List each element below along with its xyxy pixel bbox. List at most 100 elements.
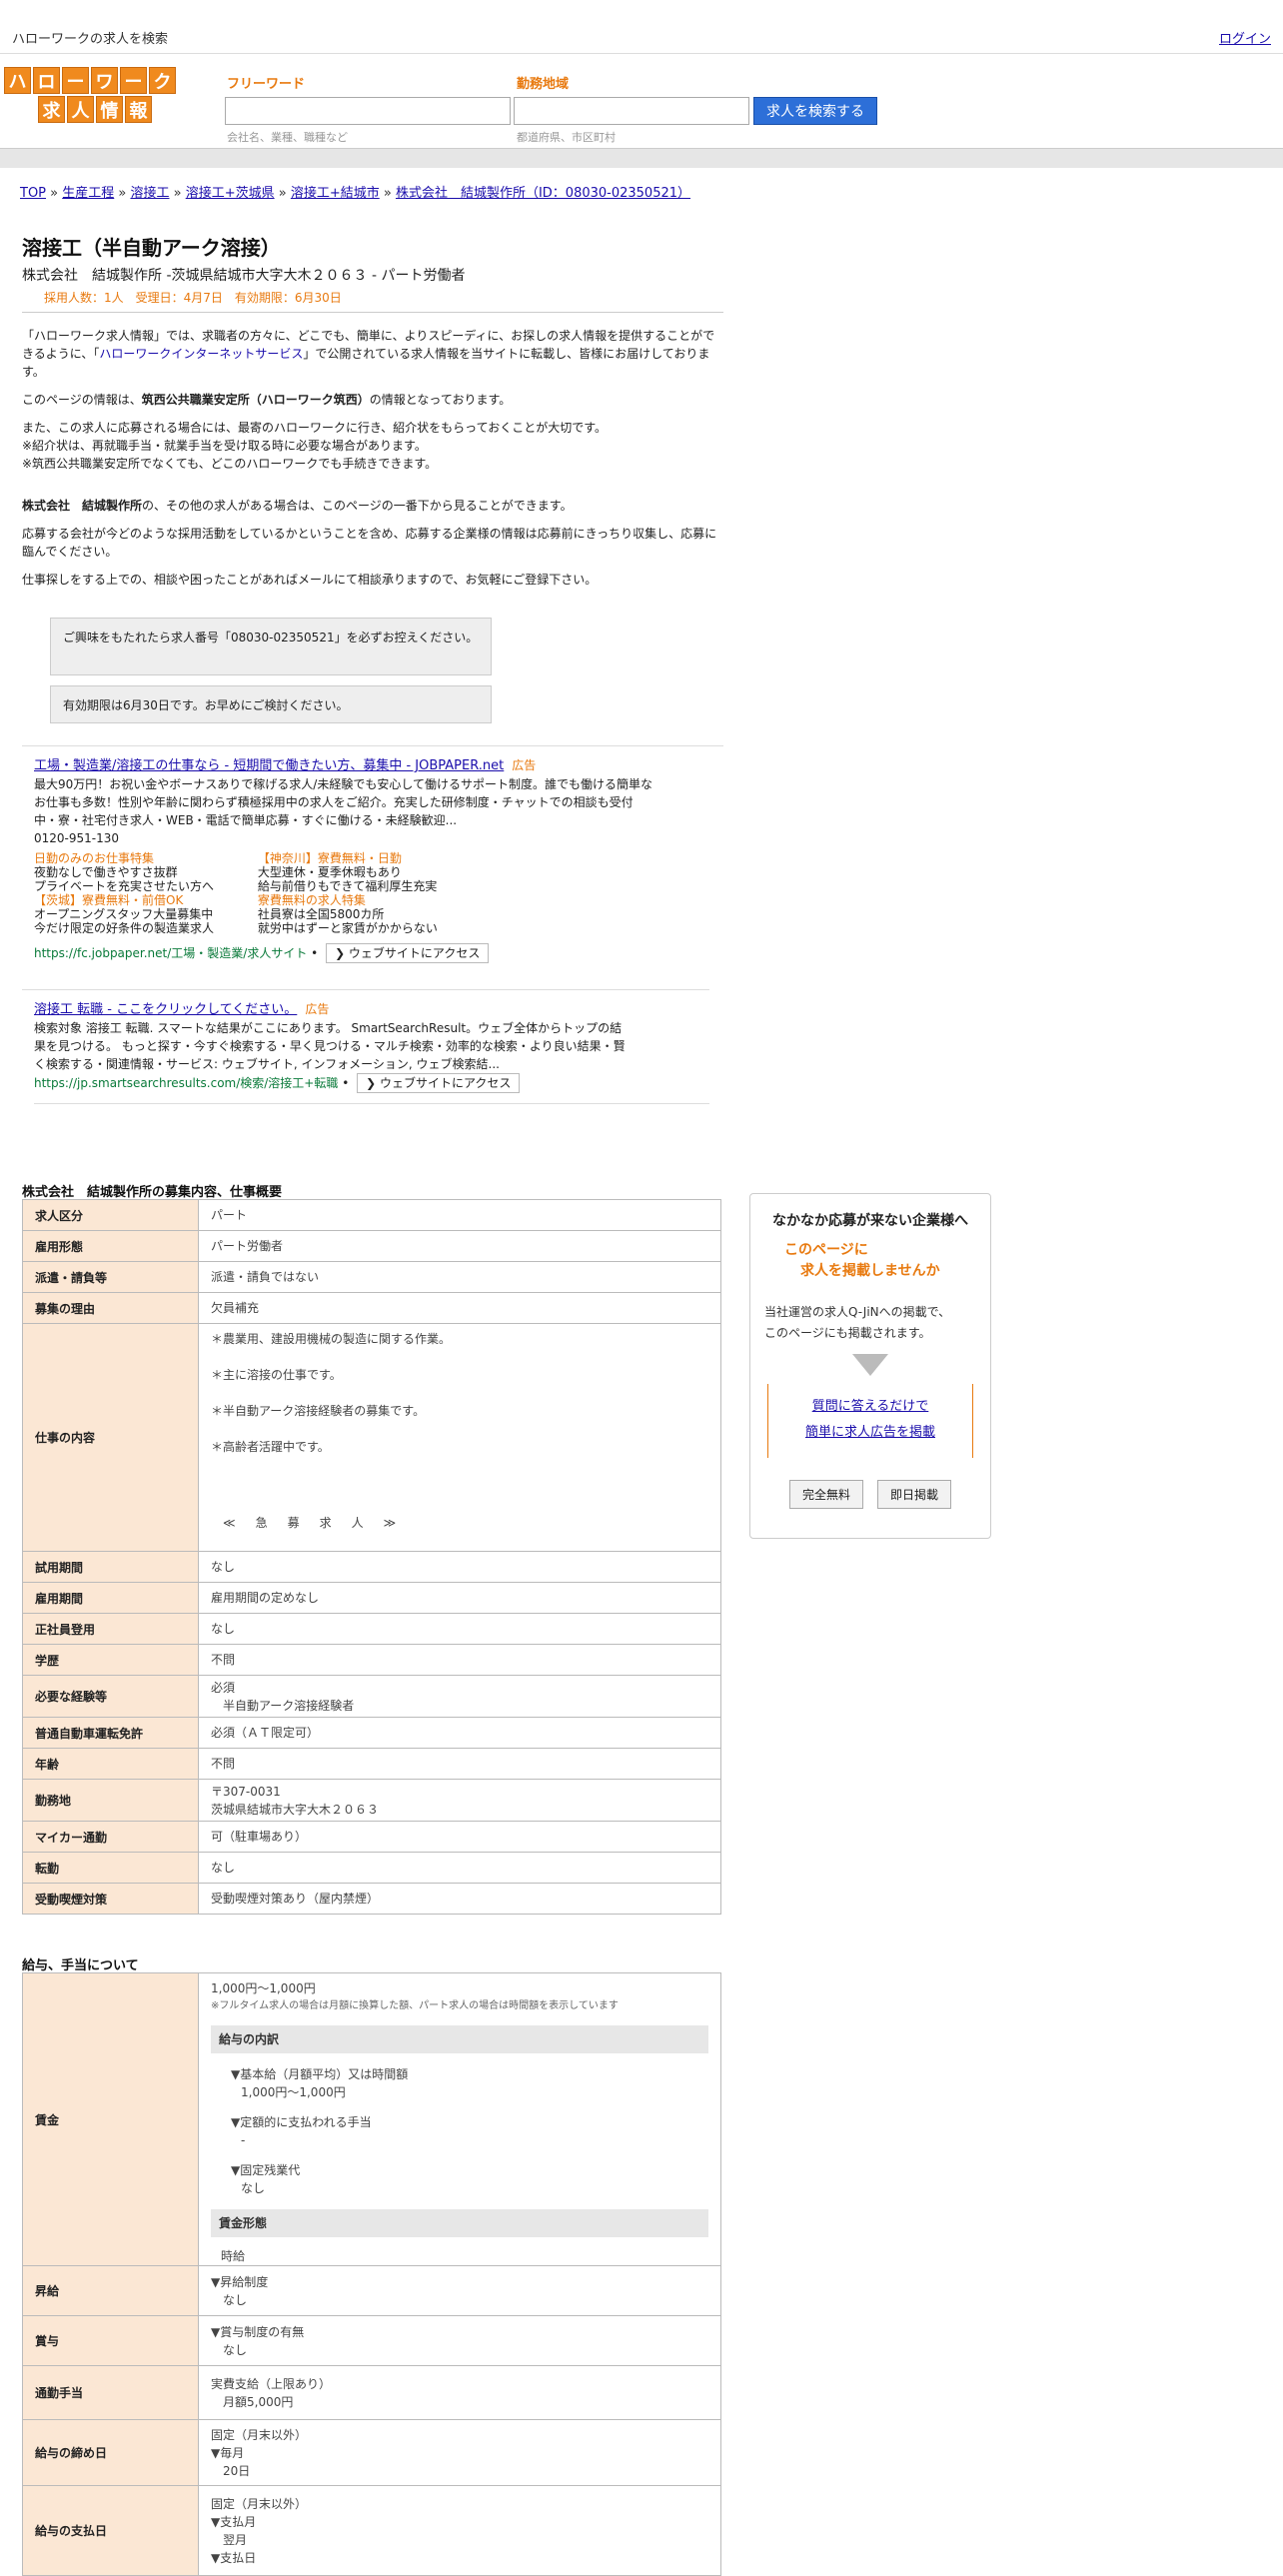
row-value: ▼賞与制度の有無 なし: [198, 2315, 721, 2366]
row-value: 不問: [198, 1748, 721, 1780]
ad-sitelink-title: 日勤のみのお仕事特集: [34, 851, 155, 865]
ad-sitelink[interactable]: 【神奈川】寮費無料・日勤 大型連休・夏季休暇もあり 給与前借りもできて福利厚生充実: [258, 851, 478, 893]
ad-sitelink-line: プライベートを充実させたい方へ: [34, 879, 215, 893]
row-value: 〒307-0031 茨城県結城市大字大木２０６３: [198, 1779, 721, 1822]
breadcrumb-link[interactable]: 生産工程: [62, 186, 114, 201]
row-label: 雇用形態: [22, 1230, 199, 1262]
row-value-line: 実費支給（上限あり）: [211, 2376, 332, 2391]
ad-sitelink[interactable]: 日勤のみのお仕事特集 夜勤なしで働きやすさ抜群 プライベートを充実させたい方へ: [34, 851, 254, 893]
breadcrumb-link[interactable]: 溶接工+結城市: [291, 186, 380, 201]
freeword-label: フリーワード: [227, 77, 306, 92]
ad-url[interactable]: https://jp.smartsearchresults.com/検索/溶接工…: [34, 1076, 338, 1090]
breadcrumb-link[interactable]: 株式会社 結城製作所（ID：08030-02350521）: [396, 186, 690, 201]
wage-line: ※フルタイム求人の場合は月額に換算した額、パート求人の場合は時間額を表示していま…: [211, 2000, 619, 2011]
ad-sitelink-line: オープニングスタッフ大量募集中: [34, 907, 214, 921]
row-label: 給与の締め日: [22, 2419, 199, 2486]
ad-jobpaper: 工場・製造業/溶接工の仕事なら - 短期間で働きたい方、募集中 - JOBPAP…: [22, 745, 723, 963]
ad-title-link[interactable]: 溶接工 転職 - ここをクリックしてください。: [34, 1002, 297, 1017]
section-heading: 給与、手当について: [22, 1958, 139, 1973]
sidebox-link[interactable]: 簡単に求人広告を掲載: [768, 1420, 972, 1446]
ad-label: 広告: [305, 1002, 330, 1016]
row-label: 昇給: [22, 2265, 199, 2316]
job-number-note: ご興味をもたれたら求人番号「08030-02350521」を必ずお控えください。: [50, 618, 492, 675]
row-value-line: 必須（ＡＴ限定可）: [211, 1726, 320, 1740]
table-row: 賞与 ▼賞与制度の有無 なし: [22, 2315, 721, 2366]
table-row: 試用期間 なし: [22, 1551, 721, 1583]
breadcrumb-link[interactable]: TOP: [20, 186, 46, 201]
visit-website-button[interactable]: ❯ ウェブサイトにアクセス: [326, 943, 490, 963]
row-value-line: 欠員補充: [211, 1301, 260, 1315]
company-name-bold: 株式会社 結城製作所: [22, 499, 143, 513]
logo-char: ハ: [4, 67, 31, 94]
job-detail-table: 求人区分 パート 雇用形態 パート労働者 派遣・請負等 派遣・請負ではない 募集の理由 欠員補…: [22, 1199, 721, 1915]
breadcrumb: TOP » 生産工程 » 溶接工 » 溶接工+茨城県 » 溶接工+結城市 » 株…: [20, 186, 691, 201]
sidebox-links: 質問に答えるだけで 簡単に求人広告を掲載: [767, 1384, 973, 1458]
expiry-note: 有効期限は6月30日です。お早めにご検討ください。: [50, 685, 492, 723]
row-label: 年齢: [22, 1748, 199, 1780]
sidebox-link[interactable]: 質問に答えるだけで: [768, 1394, 972, 1420]
ad-title-link[interactable]: 工場・製造業/溶接工の仕事なら - 短期間で働きたい方、募集中 - JOBPAP…: [34, 758, 504, 773]
ad-sitelink-line: 就労中はずーと家賃がかからない: [257, 921, 438, 935]
sidebox-text: 当社運営の求人Q-JiNへの掲載で、 このページにも掲載されます。: [750, 1302, 990, 1344]
ad-sitelink-line: 大型連休・夏季休暇もあり: [257, 865, 402, 879]
intro-text-part: このページの情報は、: [22, 393, 142, 407]
ad-sitelink-title: 【茨城】寮費無料・前借OK: [34, 893, 184, 907]
ad-sitelink[interactable]: 寮費無料の求人特集 社員寮は全国5800カ所 就労中はずーと家賃がかからない: [258, 893, 478, 935]
row-label: 雇用期間: [22, 1582, 199, 1614]
table-row: 募集の理由 欠員補充: [22, 1292, 721, 1324]
breadcrumb-link[interactable]: 溶接工+茨城県: [186, 186, 275, 201]
breadcrumb-link[interactable]: 溶接工: [130, 186, 169, 201]
row-label: 学歴: [22, 1644, 199, 1676]
sidebox-catch-line: このページに: [784, 1242, 868, 1258]
intro-text-part: 応募する会社が今どのような採用活動をしているかということを含め、応募する企業様の…: [22, 527, 717, 559]
row-value-line: 20日: [211, 2463, 251, 2478]
table-row: 雇用形態 パート労働者: [22, 1230, 721, 1262]
sidebox-text-line: 当社運営の求人Q-JiNへの掲載で、: [764, 1305, 951, 1319]
row-value-line: ＊半自動アーク溶接経験者の募集です。: [211, 1404, 426, 1418]
sidebox-heading: なかなか応募が来ない企業様へ: [772, 1213, 968, 1229]
logo-char: ク: [149, 67, 176, 94]
table-row: 年齢 不問: [22, 1748, 721, 1780]
top-bar: ハローワークの求人を検索 ログイン: [0, 0, 1283, 54]
row-value: 雇用期間の定めなし: [198, 1582, 721, 1614]
row-value-line: 受動喫煙対策あり（屋内禁煙）: [211, 1892, 380, 1906]
row-value-line: 翌月: [211, 2532, 248, 2547]
company-line: 株式会社 結城製作所 -茨城県結城市大字大木２０６３ - パート労働者: [22, 268, 466, 284]
visit-website-button[interactable]: ❯ ウェブサイトにアクセス: [357, 1073, 521, 1093]
row-value: 必須 半自動アーク溶接経験者: [198, 1675, 721, 1718]
row-value: 固定（月末以外） ▼毎月 20日: [198, 2419, 721, 2486]
hellowork-internet-link[interactable]: ハローワークインターネットサービス: [99, 347, 303, 361]
wage-line: ▼基本給（月額平均）又は時間額: [231, 2067, 409, 2081]
row-value: 実費支給（上限あり） 月額5,000円: [198, 2365, 721, 2420]
login-link[interactable]: ログイン: [1219, 28, 1271, 47]
freeword-input[interactable]: [225, 97, 511, 125]
page-title: 溶接工（半自動アーク溶接）: [22, 236, 281, 260]
row-label: 正社員登用: [22, 1613, 199, 1645]
ad-sitelink-title: 寮費無料の求人特集: [257, 893, 366, 907]
ad-sitelink[interactable]: 【茨城】寮費無料・前借OK オープニングスタッフ大量募集中 今だけ限定の好条件の製造…: [34, 893, 254, 935]
row-value: 不問: [198, 1644, 721, 1676]
search-button[interactable]: 求人を検索する: [753, 97, 877, 125]
wage-table: 賃金 1,000円〜1,000円 ※フルタイム求人の場合は月額に換算した額、パート求…: [22, 1972, 721, 2576]
same-day-button[interactable]: 即日掲載: [877, 1480, 952, 1509]
row-label: 求人区分: [22, 1199, 199, 1231]
job-meta: 採用人数：1人 受理日：4月7日 有効期限：6月30日: [44, 291, 342, 305]
row-value-line: ＊農業用、建設用機械の製造に関する作業。: [211, 1332, 452, 1346]
logo-char: ワ: [91, 67, 118, 94]
row-label: 転勤: [22, 1852, 199, 1884]
sidebox-catch-line: 求人を掲載しませんか: [800, 1263, 940, 1279]
intro-text-part: 仕事探しをする上での、相談や困ったことがあればメールにて相談承りますので、お気軽…: [22, 573, 598, 587]
row-label: マイカー通勤: [22, 1821, 199, 1853]
row-value-line: 不問: [211, 1757, 236, 1771]
table-row: 正社員登用 なし: [22, 1613, 721, 1645]
ad-smartsearch: 溶接工 転職 - ここをクリックしてください。 広告 検索対象 溶接工 転職. ス…: [22, 989, 709, 1104]
ad-description: 検索対象 溶接工 転職. スマートな結果がここにあります。 SmartSearc…: [34, 1021, 626, 1071]
hellowork-logo[interactable]: ハ ロ ー ワ ー ク 求 人 情 報: [4, 67, 180, 125]
free-badge-button[interactable]: 完全無料: [788, 1480, 863, 1509]
area-input[interactable]: [514, 97, 749, 125]
ad-phone[interactable]: 0120-951-130: [34, 829, 723, 847]
row-label: 賃金: [22, 1972, 199, 2266]
table-row: 必要な経験等 必須 半自動アーク溶接経験者: [22, 1675, 721, 1718]
row-label: 受動喫煙対策: [22, 1883, 199, 1915]
ad-url[interactable]: https://fc.jobpaper.net/工場・製造業/求人サイト: [34, 946, 307, 960]
